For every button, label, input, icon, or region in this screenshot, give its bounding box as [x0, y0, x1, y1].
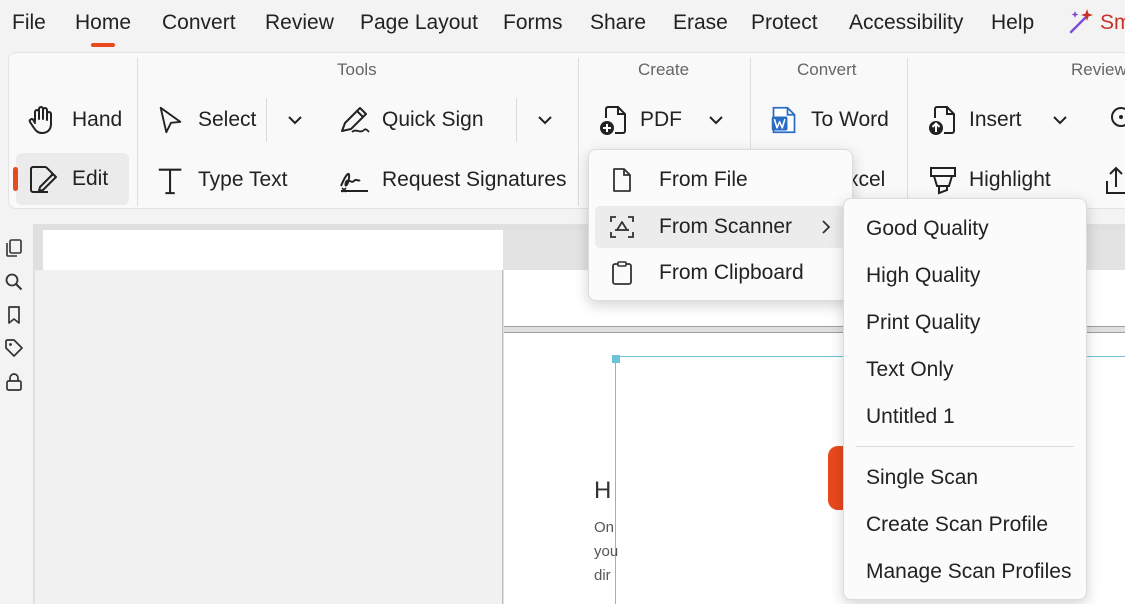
- type-text-label: Type Text: [198, 168, 288, 191]
- page-heading-text: H: [594, 477, 612, 504]
- hand-tool-button[interactable]: Hand: [26, 96, 122, 144]
- chevron-right-icon: [822, 220, 831, 234]
- menu-file[interactable]: File: [12, 11, 46, 35]
- split-divider: [266, 98, 267, 142]
- scanner-icon: [610, 216, 634, 238]
- ribbon-separator: [578, 58, 579, 206]
- edit-tool-label: Edit: [72, 167, 109, 190]
- search-icon[interactable]: [4, 272, 24, 292]
- review-tool-icon[interactable]: [1103, 104, 1125, 136]
- menu-item-from-scanner[interactable]: From Scanner: [595, 206, 846, 248]
- bookmark-icon[interactable]: [4, 305, 24, 325]
- hand-icon: [28, 106, 52, 134]
- scan-preset-untitled[interactable]: Untitled 1: [850, 396, 1080, 438]
- type-text-button[interactable]: Type Text: [156, 156, 288, 204]
- highlighter-icon: [930, 167, 956, 195]
- insert-page-icon: [929, 106, 955, 135]
- menu-item-from-file[interactable]: From File: [595, 159, 846, 201]
- menu-protect[interactable]: Protect: [751, 11, 818, 35]
- menu-smart[interactable]: Sm: [1100, 11, 1125, 35]
- menu-convert[interactable]: Convert: [162, 11, 236, 35]
- group-label-tools: Tools: [337, 60, 377, 79]
- page-body-text: On: [594, 519, 615, 536]
- scanner-submenu: Good Quality High Quality Print Quality …: [843, 198, 1087, 600]
- scan-preset-print-quality[interactable]: Print Quality: [850, 302, 1080, 344]
- upload-icon[interactable]: [1103, 163, 1125, 197]
- quick-sign-button[interactable]: Quick Sign: [338, 96, 484, 144]
- scan-preset-good-quality[interactable]: Good Quality: [850, 208, 1080, 250]
- select-tool-label: Select: [198, 108, 257, 131]
- page-body-text: dir: [594, 567, 611, 584]
- menu-help[interactable]: Help: [991, 11, 1034, 35]
- menu-item-label: From Scanner: [659, 215, 793, 238]
- scan-preset-text-only[interactable]: Text Only: [850, 349, 1080, 391]
- lock-icon[interactable]: [4, 372, 24, 392]
- menu-share[interactable]: Share: [590, 11, 646, 35]
- to-word-button[interactable]: To Word: [770, 96, 889, 144]
- to-word-label: To Word: [811, 108, 889, 131]
- split-divider: [516, 98, 517, 142]
- chevron-down-icon[interactable]: [284, 109, 306, 131]
- highlight-label: Highlight: [969, 168, 1051, 191]
- selection-handle[interactable]: [612, 355, 620, 363]
- group-label-review: Review: [1071, 60, 1125, 79]
- active-indicator: [13, 167, 18, 191]
- signature-icon: [340, 172, 368, 193]
- group-label-convert: Convert: [797, 60, 857, 79]
- insert-label: Insert: [969, 108, 1022, 131]
- menu-accessibility[interactable]: Accessibility: [849, 11, 963, 35]
- quick-sign-label: Quick Sign: [382, 108, 484, 131]
- request-signatures-button[interactable]: Request Signatures: [338, 156, 566, 204]
- tag-icon[interactable]: [4, 338, 24, 358]
- manage-scan-profiles-item[interactable]: Manage Scan Profiles: [850, 551, 1080, 593]
- menu-item-label: From Clipboard: [659, 261, 804, 284]
- new-document-icon: [600, 106, 626, 135]
- text-t-icon: [158, 168, 182, 195]
- request-signatures-label: Request Signatures: [382, 168, 567, 191]
- edit-document-icon: [30, 166, 57, 193]
- select-tool-button[interactable]: Select: [156, 96, 256, 144]
- menu-item-label: From File: [659, 168, 748, 191]
- menu-item-from-clipboard[interactable]: From Clipboard: [595, 252, 846, 294]
- page-body-text: you: [594, 543, 619, 560]
- group-label-create: Create: [638, 60, 690, 79]
- menu-review[interactable]: Review: [265, 11, 334, 35]
- single-scan-item[interactable]: Single Scan: [850, 457, 1080, 499]
- word-document-icon: [771, 106, 796, 134]
- ribbon-separator: [137, 58, 138, 206]
- menu-separator: [856, 446, 1074, 447]
- chevron-down-icon[interactable]: [534, 109, 556, 131]
- clipboard-icon: [612, 261, 632, 285]
- cursor-arrow-icon: [159, 106, 182, 134]
- pages-icon[interactable]: [4, 238, 24, 258]
- hand-tool-label: Hand: [72, 108, 123, 131]
- pen-sign-icon: [341, 107, 370, 133]
- highlight-button[interactable]: Highlight: [927, 156, 1051, 204]
- menu-home[interactable]: Home: [75, 11, 131, 47]
- menu-erase[interactable]: Erase: [673, 11, 728, 35]
- scan-preset-high-quality[interactable]: High Quality: [850, 255, 1080, 297]
- file-icon: [613, 168, 631, 192]
- chevron-down-icon[interactable]: [705, 109, 727, 131]
- menu-bar: File Home Convert Review Page Layout For…: [0, 0, 1125, 48]
- ribbon-separator: [907, 58, 908, 206]
- menu-forms[interactable]: Forms: [503, 11, 563, 35]
- to-excel-button[interactable]: xcel: [848, 156, 885, 204]
- menu-page-layout[interactable]: Page Layout: [360, 11, 478, 35]
- create-pdf-button[interactable]: PDF: [598, 96, 682, 144]
- thumbnail-panel: [35, 270, 503, 604]
- sparkle-wand-icon[interactable]: [1066, 6, 1096, 36]
- to-excel-label: xcel: [848, 168, 886, 191]
- insert-button[interactable]: Insert: [927, 96, 1022, 144]
- create-pdf-menu: From File From Scanner From Clipboard: [588, 149, 853, 301]
- create-pdf-label: PDF: [640, 108, 682, 131]
- edit-tool-button[interactable]: Edit: [16, 153, 129, 205]
- create-scan-profile-item[interactable]: Create Scan Profile: [850, 504, 1080, 546]
- chevron-down-icon[interactable]: [1049, 109, 1071, 131]
